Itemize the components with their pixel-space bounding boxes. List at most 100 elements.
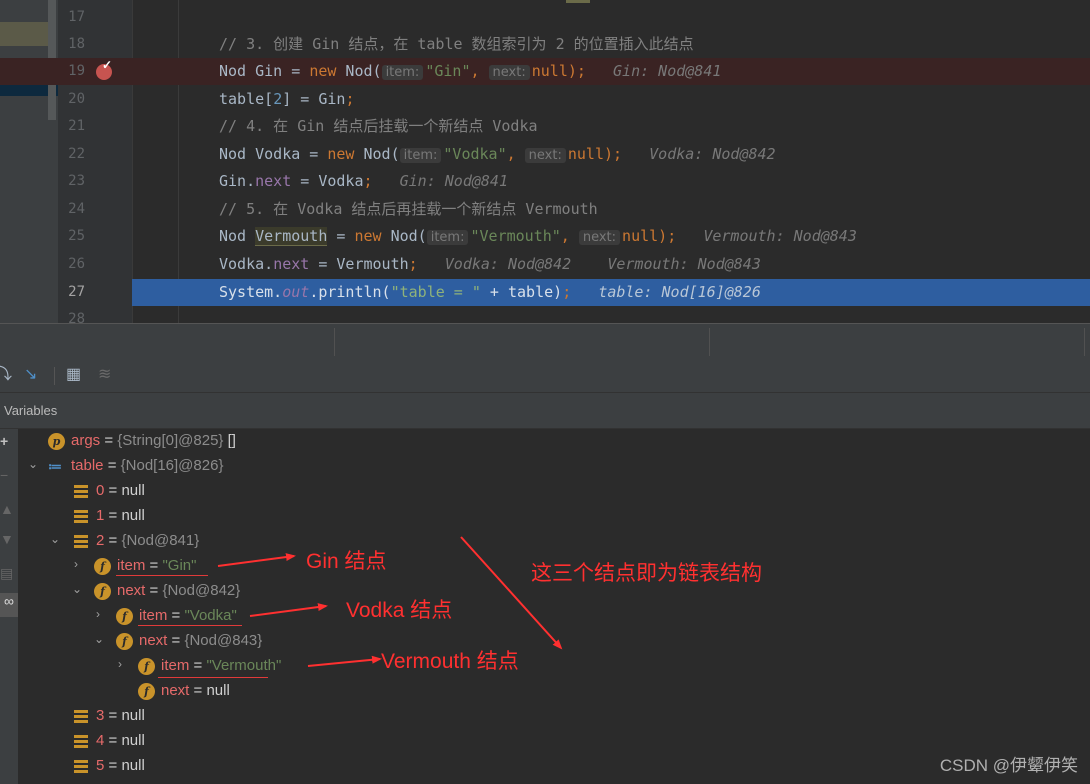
code-line-current[interactable]: 27 System.out.println("table = " + table… bbox=[68, 279, 1090, 306]
highlight-underline bbox=[138, 625, 242, 626]
param-hint: next: bbox=[524, 148, 566, 163]
remove-watch-icon[interactable]: − bbox=[0, 467, 8, 483]
line-number: 23 bbox=[68, 173, 85, 189]
line-number: 20 bbox=[68, 91, 85, 107]
collapse-arrow-icon[interactable]: ⌄ bbox=[28, 457, 38, 471]
line-number: 22 bbox=[68, 146, 85, 162]
breakpoint-icon[interactable] bbox=[96, 58, 112, 80]
inline-value: Gin: Nod@841 bbox=[613, 62, 722, 80]
code-text: Nod Vodka = new Nod(item: "Vodka", next: n… bbox=[219, 145, 776, 163]
param-hint: item: bbox=[426, 230, 469, 245]
glasses-icon[interactable]: ∞ bbox=[0, 593, 18, 617]
tree-row[interactable]: 2 = {Nod@841} bbox=[74, 528, 199, 553]
highlight-underline bbox=[116, 575, 208, 576]
annotation-summary: 这三个结点即为链表结构 bbox=[531, 562, 762, 585]
field-icon: f bbox=[116, 607, 133, 625]
collapse-arrow-icon[interactable]: ⌄ bbox=[94, 632, 104, 646]
trace-icon[interactable]: ≋ bbox=[98, 365, 111, 385]
move-down-icon[interactable]: ▼ bbox=[0, 531, 14, 547]
line-number: 26 bbox=[68, 256, 85, 272]
inline-value: Vermouth: Nod@843 bbox=[703, 227, 857, 245]
copy-icon[interactable]: ▤ bbox=[0, 565, 13, 582]
inline-value: Gin: Nod@841 bbox=[399, 172, 508, 190]
variables-tree[interactable]: p args = {String[0]@825} [] ⌄ ≔ table = {N… bbox=[18, 429, 1090, 784]
code-line[interactable]: 23 Gin.next = Vodka; Gin: Nod@841 bbox=[0, 168, 1090, 195]
expand-arrow-icon[interactable]: › bbox=[96, 607, 100, 621]
param-hint: next: bbox=[488, 65, 530, 80]
field-icon: f bbox=[138, 657, 155, 675]
tree-row[interactable]: ≔ table = {Nod[16]@826} bbox=[48, 453, 223, 478]
variables-header: Variables bbox=[0, 393, 1090, 429]
move-up-icon[interactable]: ▲ bbox=[0, 501, 14, 517]
debug-sidebar: + − ▲ ▼ ▤ ∞ bbox=[0, 429, 18, 784]
collapse-arrow-icon[interactable]: ⌄ bbox=[50, 532, 60, 546]
tree-row[interactable]: 1 = null bbox=[74, 503, 145, 528]
element-icon bbox=[74, 734, 88, 748]
collapse-arrow-icon[interactable]: ⌄ bbox=[72, 582, 82, 596]
code-line-breakpoint[interactable]: 19 Nod Gin = new Nod(item: "Gin", next: nu… bbox=[0, 58, 1090, 85]
run-to-cursor-icon[interactable]: ↘ bbox=[24, 365, 37, 385]
element-icon bbox=[74, 534, 88, 548]
code-comment: // 3. 创建 Gin 结点，在 table 数组索引为 2 的位置插入此结点 bbox=[219, 35, 694, 53]
field-icon: f bbox=[94, 582, 111, 600]
tab-separator bbox=[709, 328, 710, 356]
param-hint: item: bbox=[399, 148, 442, 163]
code-text: Gin.next = Vodka; Gin: Nod@841 bbox=[219, 172, 508, 190]
toolbar-separator bbox=[54, 367, 55, 385]
parameter-icon: p bbox=[48, 432, 65, 450]
match-marker bbox=[566, 0, 590, 3]
tree-row[interactable]: 3 = null bbox=[74, 703, 145, 728]
expand-arrow-icon[interactable]: › bbox=[74, 557, 78, 571]
code-editor[interactable]: 17 18 // 3. 创建 Gin 结点，在 table 数组索引为 2 的位… bbox=[0, 0, 1090, 323]
tree-row[interactable]: p args = {String[0]@825} [] bbox=[48, 428, 236, 453]
code-line[interactable]: 26 Vodka.next = Vermouth; Vodka: Nod@842… bbox=[0, 251, 1090, 278]
code-text: Nod Vermouth = new Nod(item: "Vermouth", … bbox=[219, 227, 857, 246]
debug-tab-bar[interactable] bbox=[0, 323, 1090, 360]
annotation-vodka: Vodka 结点 bbox=[346, 599, 453, 622]
watermark: CSDN @伊颦伊笑 bbox=[939, 756, 1078, 775]
line-number: 18 bbox=[68, 36, 85, 52]
code-line[interactable]: 22 Nod Vodka = new Nod(item: "Vodka", nex… bbox=[0, 141, 1090, 168]
debug-toolbar: ⤵ ↘ ▦ ≋ bbox=[0, 359, 1090, 393]
tree-row[interactable]: 5 = null bbox=[74, 753, 145, 778]
code-line[interactable]: 24 // 5. 在 Vodka 结点后再挂载一个新结点 Vermouth bbox=[0, 196, 1090, 223]
calculator-icon[interactable]: ▦ bbox=[66, 365, 81, 385]
code-line[interactable]: 17 bbox=[0, 4, 1090, 31]
code-comment: // 5. 在 Vodka 结点后再挂载一个新结点 Vermouth bbox=[219, 200, 598, 218]
code-line[interactable]: 18 // 3. 创建 Gin 结点，在 table 数组索引为 2 的位置插入… bbox=[0, 31, 1090, 58]
step-into-icon[interactable]: ⤵ bbox=[0, 365, 12, 385]
field-icon: f bbox=[94, 557, 111, 575]
line-number: 28 bbox=[68, 311, 85, 323]
tab-separator bbox=[334, 328, 335, 356]
tree-row[interactable]: 4 = null bbox=[74, 728, 145, 753]
tree-row[interactable]: f next = null bbox=[138, 678, 230, 703]
field-icon: f bbox=[138, 682, 155, 700]
tree-row[interactable]: 0 = null bbox=[74, 478, 145, 503]
inline-value: Vodka: Nod@842 bbox=[649, 145, 776, 163]
param-hint: next: bbox=[578, 230, 621, 245]
code-text: Nod Gin = new Nod(item: "Gin", next: null)… bbox=[219, 62, 722, 80]
code-text: table[2] = Gin; bbox=[219, 90, 355, 108]
line-number: 24 bbox=[68, 201, 85, 217]
panel-title: Variables bbox=[4, 403, 58, 418]
code-line[interactable]: 25 Nod Vermouth = new Nod(item: "Vermouth… bbox=[0, 223, 1090, 250]
element-icon bbox=[74, 709, 88, 723]
line-number: 25 bbox=[68, 228, 85, 244]
tab-separator bbox=[1084, 328, 1085, 356]
annotation-vermouth: Vermouth 结点 bbox=[381, 650, 519, 673]
expand-arrow-icon[interactable]: › bbox=[118, 657, 122, 671]
line-number: 17 bbox=[68, 9, 85, 25]
array-icon: ≔ bbox=[48, 457, 62, 474]
inline-value: Vodka: Nod@842 bbox=[444, 255, 572, 273]
add-watch-icon[interactable]: + bbox=[0, 433, 8, 449]
code-text: System.out.println("table = " + table); … bbox=[219, 283, 761, 301]
code-line[interactable]: 20 table[2] = Gin; bbox=[0, 86, 1090, 113]
code-line[interactable]: 28 bbox=[0, 306, 1090, 323]
code-text: Vodka.next = Vermouth; Vodka: Nod@842 Ve… bbox=[219, 255, 761, 273]
tree-row[interactable]: f next = {Nod@843} bbox=[116, 628, 262, 653]
tree-row[interactable]: f item = "Vermouth" bbox=[138, 653, 281, 678]
tree-row[interactable]: f next = {Nod@842} bbox=[94, 578, 240, 603]
line-number: 19 bbox=[68, 63, 85, 79]
code-line[interactable]: 21 // 4. 在 Gin 结点后挂载一个新结点 Vodka bbox=[0, 113, 1090, 140]
param-hint: item: bbox=[381, 65, 424, 80]
